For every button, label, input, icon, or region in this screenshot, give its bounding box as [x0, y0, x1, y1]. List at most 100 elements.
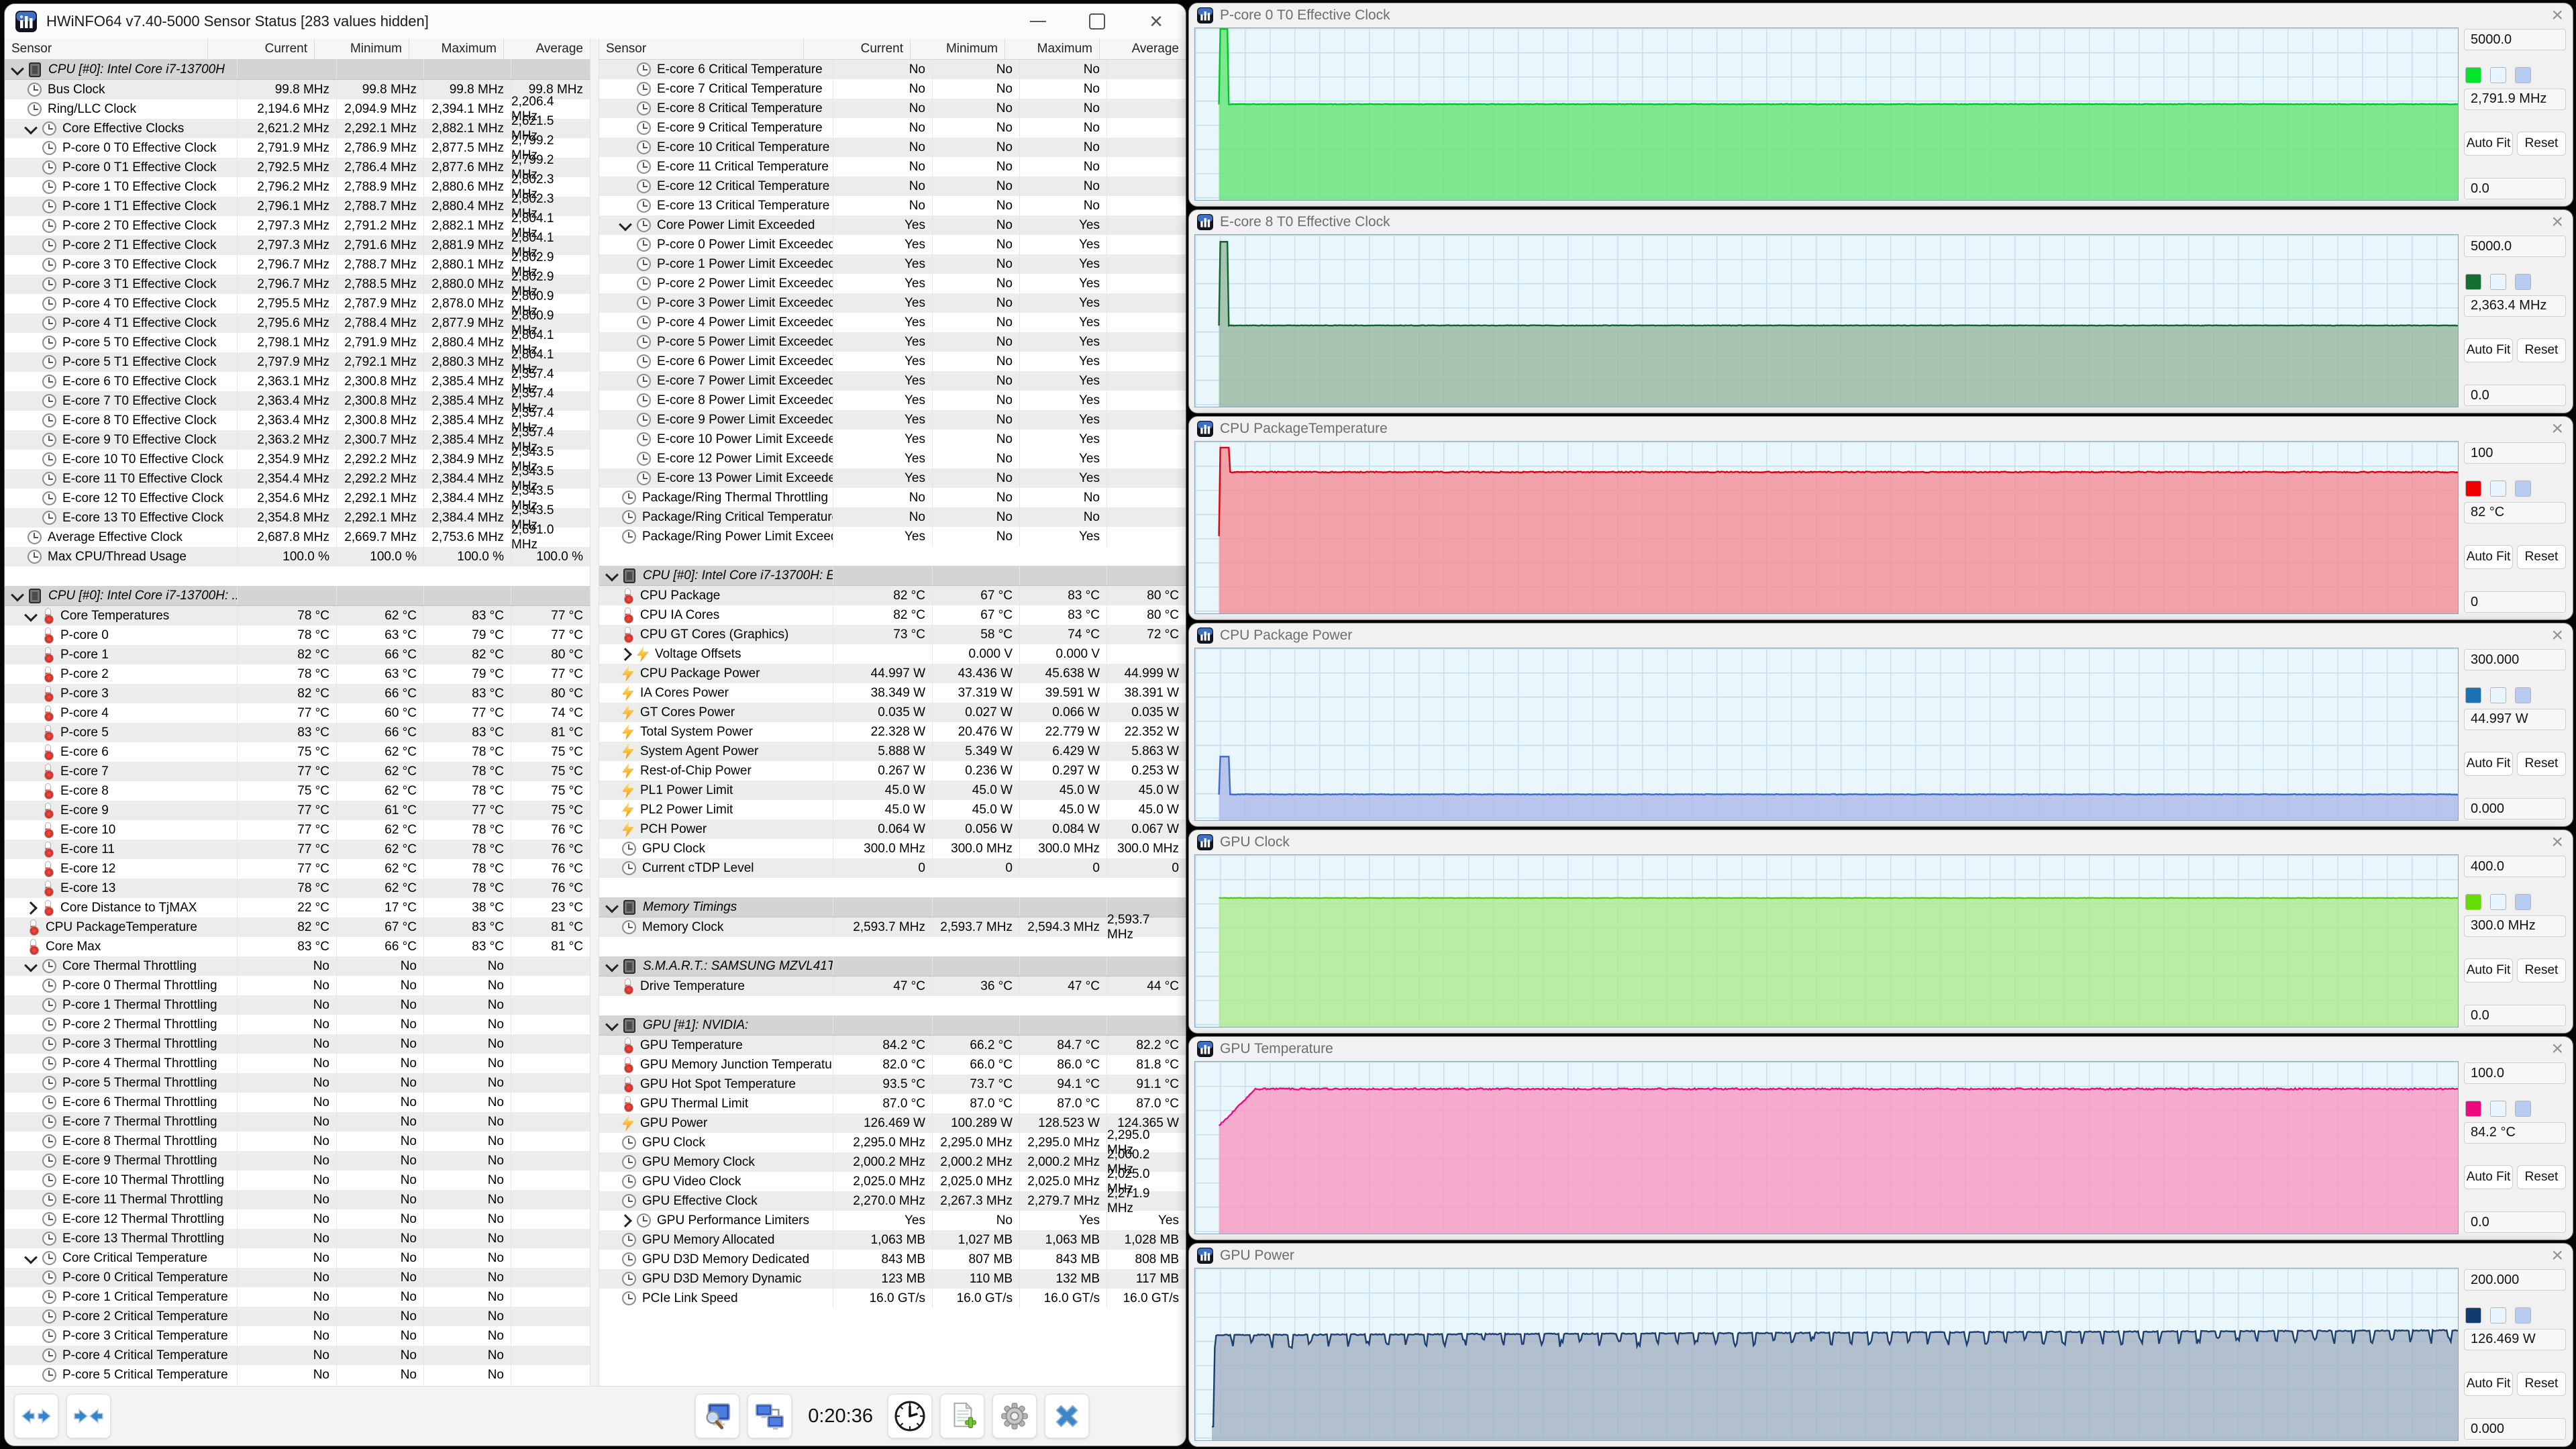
expand-arrow-icon[interactable] — [24, 608, 38, 621]
sensor-row[interactable]: E-core 9 T0 Effective Clock 2,363.2 MHz 2,… — [5, 426, 590, 454]
reset-button[interactable]: Reset — [2517, 545, 2566, 570]
expand-arrow-icon[interactable] — [619, 647, 632, 661]
sensor-row[interactable]: Rest-of-Chip Power 0.267 W 0.236 W 0.297 W0… — [599, 761, 1186, 781]
expand-arrow-icon[interactable] — [24, 1250, 38, 1264]
sensor-row[interactable]: PCIe Link Speed 16.0 GT/s 16.0 GT/s 16.0 GT… — [599, 1289, 1186, 1308]
sensor-row[interactable]: Package/Ring Thermal Throttling No No No — [599, 488, 1186, 507]
sensor-row[interactable]: E-core 9 Critical Temperature No No No — [599, 118, 1186, 138]
sensor-row[interactable]: P-core 4 T1 Effective Clock 2,795.6 MHz 2,… — [5, 309, 590, 338]
grid-color-swatch[interactable] — [2515, 480, 2531, 497]
sensor-row[interactable]: P-core 4 T0 Effective Clock 2,795.5 MHz 2,… — [5, 289, 590, 318]
sensor-row[interactable]: GPU Thermal Limit 87.0 °C 87.0 °C 87.0 °C 87… — [599, 1094, 1186, 1113]
line-color-swatch[interactable] — [2465, 1100, 2481, 1117]
grid-color-swatch[interactable] — [2515, 1100, 2531, 1117]
sensor-row[interactable]: E-core 11 77 °C 62 °C 78 °C 76 °C — [5, 840, 590, 859]
expand-arrow-icon[interactable] — [11, 62, 24, 75]
sensor-row[interactable]: E-core 10 Power Limit Exceeded Yes No Yes — [599, 430, 1186, 449]
graph-titlebar[interactable]: P-core 0 T0 Effective Clock × — [1189, 3, 2573, 28]
sensor-row[interactable]: E-core 12 T0 Effective Clock 2,354.6 MHz 2… — [5, 484, 590, 513]
monitor-search-button[interactable] — [695, 1394, 740, 1438]
settings-button[interactable] — [992, 1394, 1037, 1438]
sensor-group-row[interactable]: CPU [#0]: Intel Core i7-13700H: Enh... — [599, 566, 1186, 586]
sensor-row[interactable]: E-core 11 Thermal Throttling No No No — [5, 1190, 590, 1209]
sensor-row[interactable]: GPU Effective Clock 2,270.0 MHz 2,267.3 MH… — [599, 1187, 1186, 1215]
sensor-row[interactable]: Core Effective Clocks 2,621.2 MHz 2,292.1 … — [5, 114, 590, 143]
graph-close-icon[interactable]: × — [2551, 212, 2563, 232]
sensor-row[interactable]: GPU Memory Junction Temperature 82.0 °C 66… — [599, 1055, 1186, 1075]
background-color-swatch[interactable] — [2490, 893, 2506, 910]
sensor-row[interactable]: Total System Power 22.328 W 20.476 W 22.779… — [599, 722, 1186, 742]
expand-arrow-icon[interactable] — [24, 121, 38, 134]
sensor-row[interactable]: P-core 2 78 °C 63 °C 79 °C 77 °C — [5, 664, 590, 684]
column-header-minimum[interactable]: Minimum — [910, 39, 1004, 59]
reset-button[interactable]: Reset — [2517, 752, 2566, 777]
sensor-row[interactable]: P-core 5 T0 Effective Clock 2,798.1 MHz 2,… — [5, 328, 590, 357]
sensor-row[interactable]: Package/Ring Power Limit Exceeded Yes No Ye… — [599, 527, 1186, 546]
sensor-row[interactable]: CPU GT Cores (Graphics) 73 °C 58 °C 74 °C 72… — [599, 625, 1186, 644]
maximize-button[interactable] — [1068, 4, 1127, 39]
sensor-row[interactable]: E-core 10 Thermal Throttling No No No — [5, 1170, 590, 1190]
sensor-row[interactable]: E-core 7 Power Limit Exceeded Yes No Yes — [599, 371, 1186, 391]
sensor-row[interactable]: E-core 12 Power Limit Exceeded Yes No Yes — [599, 449, 1186, 468]
sensor-row[interactable]: E-core 11 T0 Effective Clock 2,354.4 MHz 2… — [5, 464, 590, 493]
sensor-row[interactable]: P-core 4 Thermal Throttling No No No — [5, 1054, 590, 1073]
sensor-row[interactable]: GPU Clock 2,295.0 MHz 2,295.0 MHz 2,295.0 M… — [599, 1128, 1186, 1157]
line-color-swatch[interactable] — [2465, 480, 2481, 497]
column-header-sensor[interactable]: Sensor — [5, 39, 207, 59]
sensor-row[interactable]: E-core 10 T0 Effective Clock 2,354.9 MHz 2… — [5, 445, 590, 474]
sensor-row[interactable]: P-core 3 T0 Effective Clock 2,796.7 MHz 2,… — [5, 250, 590, 279]
sensor-row[interactable]: Memory Clock 2,593.7 MHz 2,593.7 MHz 2,594.… — [599, 913, 1186, 942]
sensor-row[interactable]: GPU Memory Allocated 1,063 MB 1,027 MB 1,06… — [599, 1230, 1186, 1250]
sensor-row[interactable]: E-core 13 T0 Effective Clock 2,354.8 MHz 2… — [5, 503, 590, 532]
sensor-row[interactable]: PL1 Power Limit 45.0 W 45.0 W 45.0 W 45.0 W — [599, 781, 1186, 800]
sensor-row[interactable]: GPU Hot Spot Temperature 93.5 °C 73.7 °C 94… — [599, 1075, 1186, 1094]
sensor-row[interactable]: P-core 0 T1 Effective Clock 2,792.5 MHz 2,… — [5, 153, 590, 182]
sensor-row[interactable]: E-core 8 75 °C 62 °C 78 °C 75 °C — [5, 781, 590, 801]
sensor-row[interactable]: P-core 1 Thermal Throttling No No No — [5, 995, 590, 1015]
sensor-row[interactable]: GPU D3D Memory Dynamic 123 MB 110 MB 132 MB… — [599, 1269, 1186, 1289]
graph-titlebar[interactable]: GPU Power × — [1189, 1244, 2573, 1268]
sensor-row[interactable]: PL2 Power Limit 45.0 W 45.0 W 45.0 W 45.0 W — [599, 800, 1186, 819]
sensor-row[interactable]: E-core 8 Critical Temperature No No No — [599, 99, 1186, 118]
sensor-row[interactable]: GPU Clock 300.0 MHz 300.0 MHz 300.0 MHz 300.… — [599, 839, 1186, 858]
sensor-row[interactable]: E-core 13 Thermal Throttling No No No — [5, 1229, 590, 1248]
sensor-row[interactable]: P-core 0 Thermal Throttling No No No — [5, 976, 590, 995]
reset-button[interactable]: Reset — [2517, 1372, 2566, 1397]
sensor-row[interactable]: Package/Ring Critical Temperature No No No — [599, 507, 1186, 527]
grid-color-swatch[interactable] — [2515, 893, 2531, 910]
sensor-row[interactable]: P-core 0 78 °C 63 °C 79 °C 77 °C — [5, 626, 590, 645]
auto-fit-button[interactable]: Auto Fit — [2464, 752, 2513, 777]
sensor-row[interactable]: E-core 12 Critical Temperature No No No — [599, 177, 1186, 196]
sensor-row[interactable]: P-core 4 Critical Temperature No No No — [5, 1346, 590, 1365]
reset-button[interactable]: Reset — [2517, 132, 2566, 156]
sensor-row[interactable]: P-core 5 Thermal Throttling No No No — [5, 1073, 590, 1093]
sensor-row[interactable]: E-core 6 75 °C 62 °C 78 °C 75 °C — [5, 742, 590, 762]
sensor-group-row[interactable]: S.M.A.R.T.: SAMSUNG MZVL41T0HBL... — [599, 956, 1186, 977]
sensor-row[interactable]: E-core 7 77 °C 62 °C 78 °C 75 °C — [5, 762, 590, 781]
sensor-row[interactable]: E-core 7 Thermal Throttling No No No — [5, 1112, 590, 1132]
sensor-row[interactable]: Current cTDP Level 0 0 0 0 — [599, 858, 1186, 878]
column-header-minimum[interactable]: Minimum — [314, 39, 409, 59]
sensor-row[interactable]: E-core 8 Power Limit Exceeded Yes No Yes — [599, 391, 1186, 410]
sensor-row[interactable]: P-core 1 T0 Effective Clock 2,796.2 MHz 2,… — [5, 172, 590, 201]
sensor-row[interactable]: CPU Package Power 44.997 W 43.436 W 45.638 … — [599, 664, 1186, 683]
report-button[interactable] — [940, 1394, 984, 1438]
sensor-row[interactable]: P-core 5 T1 Effective Clock 2,797.9 MHz 2,… — [5, 348, 590, 377]
auto-fit-button[interactable]: Auto Fit — [2464, 958, 2513, 983]
sensor-row[interactable]: P-core 1 Critical Temperature No No No — [5, 1287, 590, 1307]
sensor-row[interactable]: E-core 13 Power Limit Exceeded Yes No Yes — [599, 468, 1186, 488]
sensor-row[interactable]: System Agent Power 5.888 W 5.349 W 6.429 W5… — [599, 742, 1186, 761]
column-header-sensor[interactable]: Sensor — [599, 39, 803, 59]
sensor-group-row[interactable]: CPU [#0]: Intel Core i7-13700H: ... — [5, 586, 590, 606]
sensor-row[interactable]: Core Power Limit Exceeded Yes No Yes — [599, 215, 1186, 235]
sensor-row[interactable]: Drive Temperature 47 °C 36 °C 47 °C 44 °C — [599, 977, 1186, 996]
sensor-row[interactable]: E-core 9 Power Limit Exceeded Yes No Yes — [599, 410, 1186, 430]
sensor-row[interactable]: P-core 0 T0 Effective Clock 2,791.9 MHz 2,… — [5, 134, 590, 162]
auto-fit-button[interactable]: Auto Fit — [2464, 1165, 2513, 1190]
line-color-swatch[interactable] — [2465, 66, 2481, 83]
grid-color-swatch[interactable] — [2515, 1307, 2531, 1323]
sensor-row[interactable]: E-core 13 78 °C 62 °C 78 °C 76 °C — [5, 879, 590, 898]
sensor-row[interactable]: GPU Memory Clock 2,000.2 MHz 2,000.2 MHz 2,… — [599, 1148, 1186, 1177]
sensor-row[interactable]: E-core 8 T0 Effective Clock 2,363.4 MHz 2,… — [5, 406, 590, 435]
graph-titlebar[interactable]: CPU Package Power × — [1189, 623, 2573, 648]
